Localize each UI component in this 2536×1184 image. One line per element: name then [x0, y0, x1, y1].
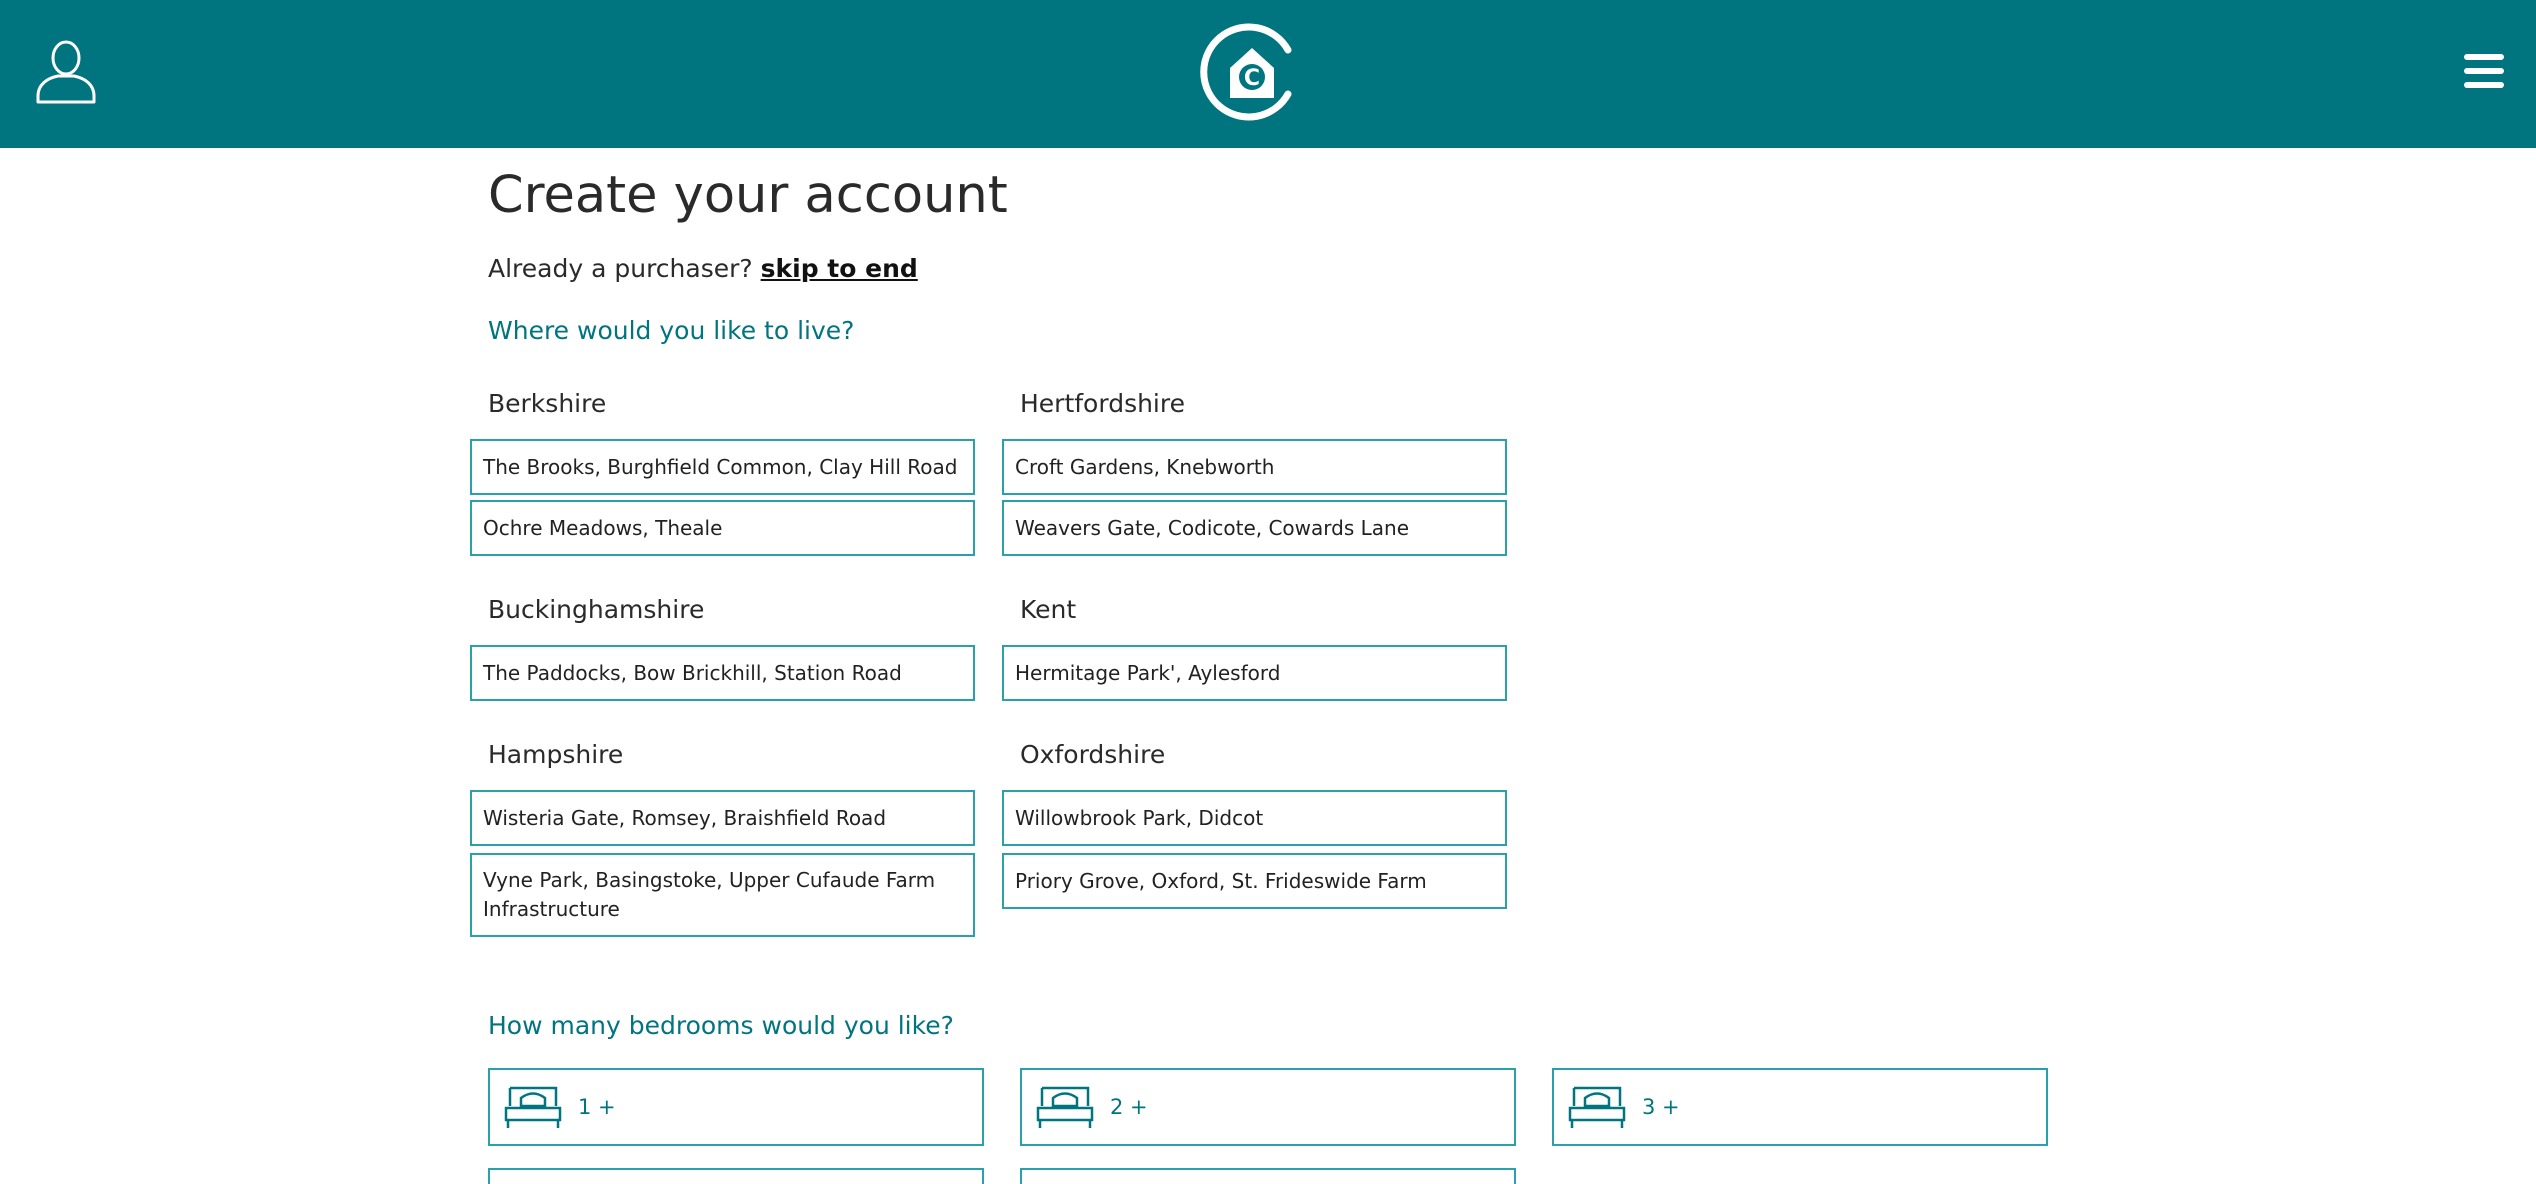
development-option[interactable]: Weavers Gate, Codicote, Cowards Lane: [1002, 500, 1507, 556]
hamburger-menu-icon[interactable]: [2464, 54, 2504, 92]
user-icon[interactable]: [34, 38, 98, 106]
county-heading-kent: Kent: [1020, 595, 1077, 624]
bed-icon: [1568, 1086, 1626, 1128]
bedroom-option-2[interactable]: 2 +: [1020, 1068, 1516, 1146]
page-title: Create your account: [488, 166, 1008, 225]
location-question: Where would you like to live?: [488, 316, 855, 345]
bedroom-option-partial[interactable]: [488, 1168, 984, 1184]
county-heading-buckinghamshire: Buckinghamshire: [488, 595, 705, 624]
development-option[interactable]: Wisteria Gate, Romsey, Braishfield Road: [470, 790, 975, 846]
development-option[interactable]: Vyne Park, Basingstoke, Upper Cufaude Fa…: [470, 853, 975, 937]
bedroom-option-partial[interactable]: [1020, 1168, 1516, 1184]
county-heading-hertfordshire: Hertfordshire: [1020, 389, 1185, 418]
skip-to-end-link[interactable]: skip to end: [761, 254, 918, 283]
top-header-bar: C: [0, 0, 2536, 148]
development-option[interactable]: Ochre Meadows, Theale: [470, 500, 975, 556]
development-option[interactable]: Willowbrook Park, Didcot: [1002, 790, 1507, 846]
home-c-logo[interactable]: C: [1200, 20, 1304, 124]
bed-icon: [504, 1086, 562, 1128]
bedroom-question: How many bedrooms would you like?: [488, 1011, 954, 1040]
bedroom-option-label: 1 +: [578, 1095, 616, 1119]
development-option[interactable]: Croft Gardens, Knebworth: [1002, 439, 1507, 495]
development-option[interactable]: The Paddocks, Bow Brickhill, Station Roa…: [470, 645, 975, 701]
svg-text:C: C: [1244, 66, 1260, 91]
county-heading-hampshire: Hampshire: [488, 740, 624, 769]
development-option[interactable]: Hermitage Park', Aylesford: [1002, 645, 1507, 701]
bedroom-option-label: 2 +: [1110, 1095, 1148, 1119]
development-option[interactable]: The Brooks, Burghfield Common, Clay Hill…: [470, 439, 975, 495]
bedroom-option-3[interactable]: 3 +: [1552, 1068, 2048, 1146]
bedroom-option-label: 3 +: [1642, 1095, 1680, 1119]
county-heading-berkshire: Berkshire: [488, 389, 607, 418]
purchaser-prompt: Already a purchaser? skip to end: [488, 254, 918, 283]
county-heading-oxfordshire: Oxfordshire: [1020, 740, 1166, 769]
purchaser-prompt-text: Already a purchaser?: [488, 254, 753, 283]
bedroom-option-1[interactable]: 1 +: [488, 1068, 984, 1146]
bed-icon: [1036, 1086, 1094, 1128]
development-option[interactable]: Priory Grove, Oxford, St. Frideswide Far…: [1002, 853, 1507, 909]
